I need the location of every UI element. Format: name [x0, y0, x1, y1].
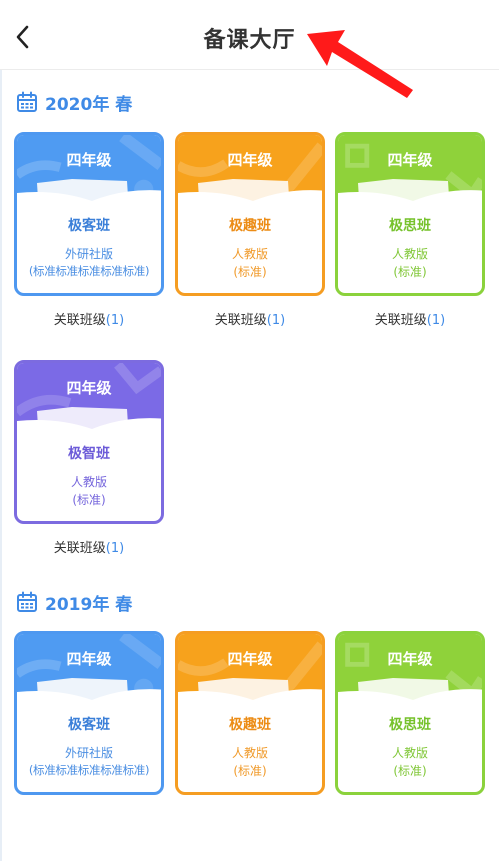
- link-label: 关联班级: [214, 313, 267, 328]
- link-count: (1): [105, 313, 125, 328]
- grade-label: 四年级: [66, 379, 112, 397]
- related-classes-link[interactable]: 关联班级(1): [335, 309, 485, 328]
- textbook-edition: 人教版: [391, 247, 428, 261]
- edition-variant: (标准): [393, 265, 427, 279]
- textbook-edition: 外研社版: [64, 247, 113, 261]
- class-name: 极思班: [389, 717, 431, 733]
- class-name: 极趣班: [229, 717, 271, 733]
- textbook-edition: 人教版: [391, 746, 428, 760]
- grade-label: 四年级: [227, 151, 273, 169]
- class-name: 极客班: [68, 717, 110, 733]
- grade-label: 四年级: [66, 650, 112, 668]
- edition-variant: (标准标准标准标准标准): [28, 763, 150, 777]
- calendar-icon: [17, 91, 37, 112]
- edition-variant: (标准): [72, 493, 106, 507]
- header-bar: 备课大厅: [0, 0, 499, 70]
- link-label: 关联班级: [53, 541, 106, 556]
- course-card-jike[interactable]: 四年级 极客班 外研社版 (标准标准标准标准标准): [14, 132, 164, 296]
- left-edge-line: [0, 70, 2, 861]
- class-name: 极客班: [68, 218, 110, 234]
- edition-variant: (标准): [233, 265, 267, 279]
- course-card-jiqu[interactable]: 四年级 极趣班 人教版 (标准): [175, 631, 325, 795]
- course-card-jisi[interactable]: 四年级 极思班 人教版 (标准): [335, 631, 485, 795]
- calendar-icon: [17, 591, 37, 612]
- grade-label: 四年级: [387, 650, 433, 668]
- link-label: 关联班级: [374, 313, 427, 328]
- related-classes-link[interactable]: 关联班级(1): [14, 537, 164, 556]
- section-header-2020: 2020年 春: [16, 89, 132, 115]
- course-card-jiqu[interactable]: 四年级 极趣班 人教版 (标准): [175, 132, 325, 296]
- section-title: 2019年 春: [45, 594, 133, 615]
- grade-label: 四年级: [387, 151, 433, 169]
- related-classes-link[interactable]: 关联班级(1): [14, 309, 164, 328]
- link-count: (1): [266, 313, 286, 328]
- textbook-edition: 人教版: [70, 475, 107, 489]
- textbook-edition: 人教版: [231, 746, 268, 760]
- edition-variant: (标准): [233, 764, 267, 778]
- link-count: (1): [105, 541, 125, 556]
- course-card-jisi[interactable]: 四年级 极思班 人教版 (标准): [335, 132, 485, 296]
- edition-variant: (标准): [393, 764, 427, 778]
- annotation-arrow-icon: [307, 30, 413, 98]
- class-name: 极智班: [68, 446, 110, 462]
- link-count: (1): [426, 313, 446, 328]
- edition-variant: (标准标准标准标准标准): [28, 264, 150, 278]
- class-name: 极思班: [389, 218, 431, 234]
- course-card-jizhi[interactable]: 四年级 极智班 人教版 (标准): [14, 360, 164, 524]
- link-label: 关联班级: [53, 313, 106, 328]
- section-title: 2020年 春: [45, 94, 133, 115]
- section-header-2019: 2019年 春: [16, 589, 132, 615]
- class-name: 极趣班: [229, 218, 271, 234]
- textbook-edition: 人教版: [231, 247, 268, 261]
- grade-label: 四年级: [66, 151, 112, 169]
- grade-label: 四年级: [227, 650, 273, 668]
- page-title: 备课大厅: [203, 28, 296, 53]
- related-classes-link[interactable]: 关联班级(1): [175, 309, 325, 328]
- course-card-jike[interactable]: 四年级 极客班 外研社版 (标准标准标准标准标准): [14, 631, 164, 795]
- textbook-edition: 外研社版: [64, 746, 113, 760]
